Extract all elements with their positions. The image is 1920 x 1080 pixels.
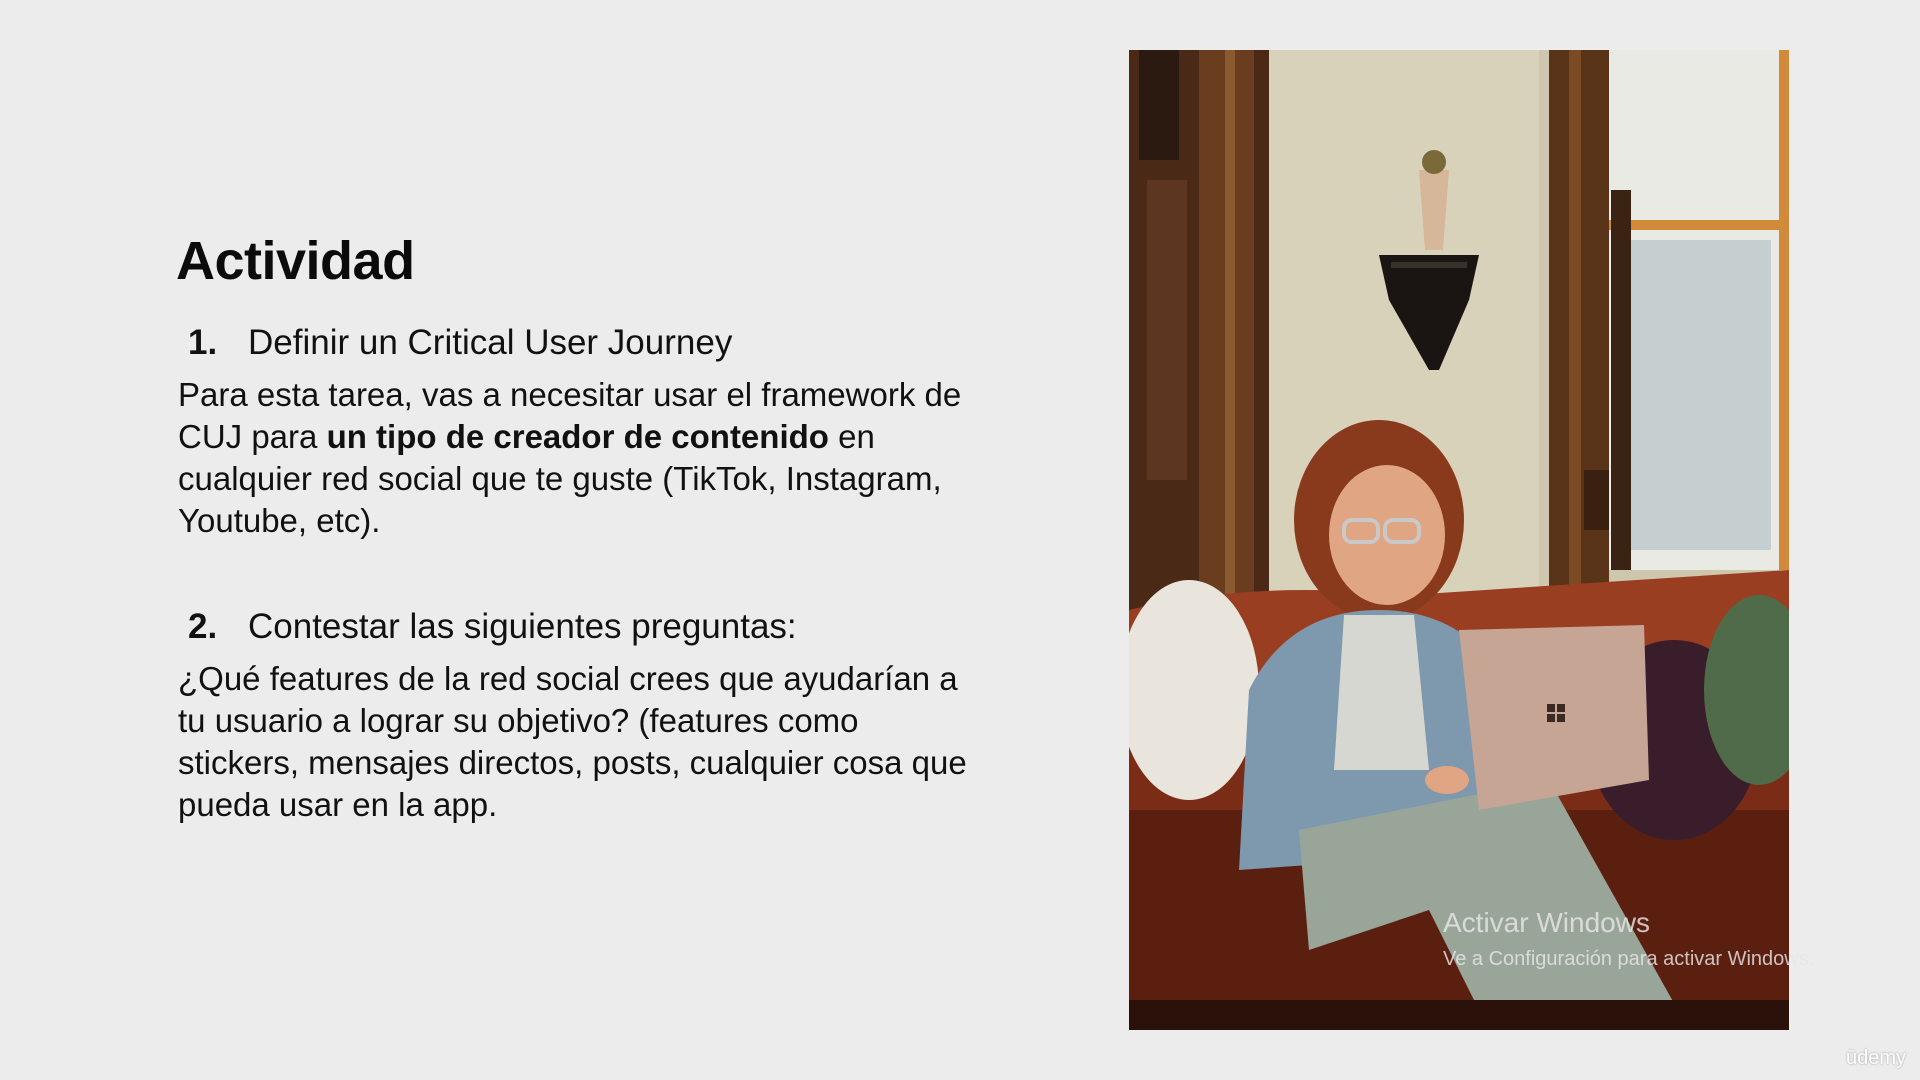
- woman-with-laptop-photo: [1129, 50, 1789, 1030]
- step-2-heading: Contestar las siguientes preguntas:: [248, 607, 797, 646]
- step-2-heading-row: 2. Contestar las siguientes preguntas:: [188, 606, 998, 648]
- step-1: 1. Definir un Critical User Journey Para…: [178, 322, 998, 542]
- slide-title: Actividad: [176, 231, 415, 291]
- step-1-heading-row: 1. Definir un Critical User Journey: [188, 322, 998, 364]
- udemy-logo: ūdemy: [1845, 1047, 1906, 1069]
- step-2-number: 2.: [188, 607, 218, 646]
- slide: Actividad 1. Definir un Critical User Jo…: [0, 0, 1920, 1080]
- step-1-number: 1.: [188, 323, 218, 362]
- step-2: 2. Contestar las siguientes preguntas: ¿…: [178, 606, 998, 826]
- step-1-heading: Definir un Critical User Journey: [248, 323, 733, 362]
- step-1-body: Para esta tarea, vas a necesitar usar el…: [178, 374, 978, 542]
- step-1-body-emphasis: un tipo de creador de contenido: [326, 418, 829, 455]
- step-2-body: ¿Qué features de la red social crees que…: [178, 660, 967, 823]
